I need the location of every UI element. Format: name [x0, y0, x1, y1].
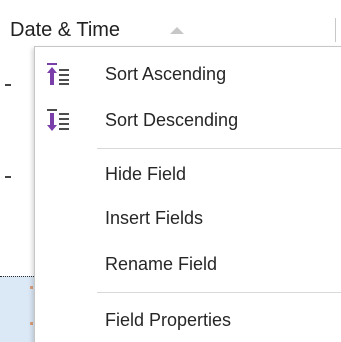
- row-marker: [30, 286, 33, 289]
- datasheet-rows: [0, 46, 34, 342]
- menu-item-sort-descending[interactable]: Sort Descending: [35, 97, 341, 143]
- menu-item-hide-field[interactable]: Hide Field: [35, 151, 341, 197]
- row-marker: [30, 322, 33, 325]
- menu-item-sort-ascending[interactable]: Sort Ascending: [35, 51, 341, 97]
- menu-separator: [97, 292, 341, 293]
- menu-separator: [97, 148, 341, 149]
- selected-row[interactable]: [0, 276, 34, 342]
- menu-item-label: Insert Fields: [105, 208, 204, 228]
- menu-item-label: Field Properties: [105, 310, 232, 330]
- menu-item-label: Sort Ascending: [105, 64, 227, 84]
- menu-item-rename-field[interactable]: Rename Field: [35, 241, 341, 287]
- row-marker: [5, 176, 11, 178]
- sort-descending-icon: [45, 107, 71, 133]
- datasheet-view: Date & Time Sort Ascending Sort Descendi…: [0, 0, 341, 342]
- menu-item-field-properties[interactable]: Field Properties: [35, 297, 341, 342]
- field-context-menu: Sort Ascending Sort Descending Hide Fiel…: [34, 46, 341, 342]
- row-marker: [5, 84, 11, 86]
- menu-item-label: Rename Field: [105, 254, 218, 274]
- sort-ascending-icon: [45, 61, 71, 87]
- menu-item-insert-fields[interactable]: Insert Fields: [35, 195, 341, 241]
- menu-item-label: Hide Field: [105, 164, 187, 184]
- column-divider[interactable]: [335, 18, 336, 42]
- sort-indicator-icon[interactable]: [170, 27, 184, 34]
- column-header-title: Date & Time: [10, 19, 121, 41]
- column-header[interactable]: Date & Time: [0, 0, 341, 47]
- menu-item-label: Sort Descending: [105, 110, 239, 130]
